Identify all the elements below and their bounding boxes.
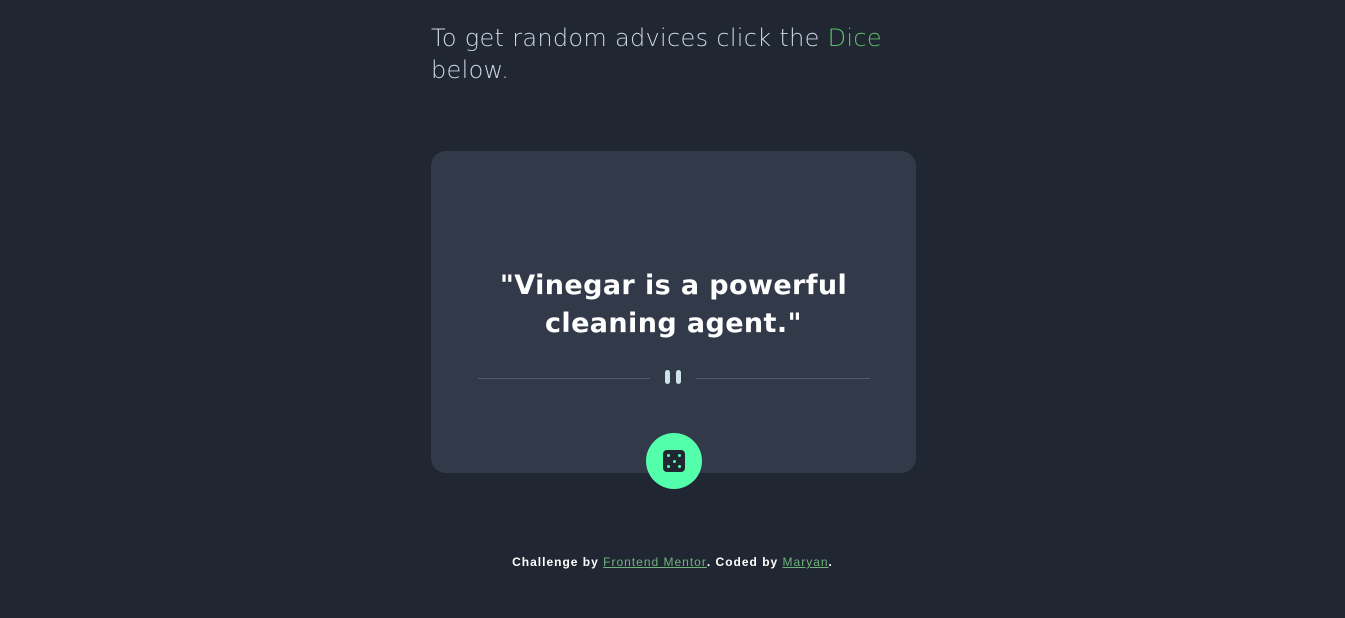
advice-card: "Vinegar is a powerful cleaning agent." xyxy=(431,151,916,473)
dice-button[interactable] xyxy=(646,433,702,489)
divider-line-right xyxy=(696,378,870,379)
dice-icon xyxy=(663,450,685,472)
frontend-mentor-link[interactable]: Frontend Mentor xyxy=(603,555,707,569)
author-link[interactable]: Maryan xyxy=(783,555,829,569)
page: To get random advices click the Dice bel… xyxy=(0,0,1345,618)
pause-icon xyxy=(663,370,683,386)
pattern-divider xyxy=(478,369,870,387)
divider-line-left xyxy=(478,378,650,379)
footer-middle: . Coded by xyxy=(706,555,783,569)
intro-dice-word: Dice xyxy=(827,24,882,52)
attribution-footer: Challenge by Frontend Mentor. Coded by M… xyxy=(0,555,1345,569)
footer-prefix: Challenge by xyxy=(512,555,604,569)
intro-text-before: To get random advices click the xyxy=(431,24,828,52)
footer-suffix: . xyxy=(828,555,833,569)
intro-text: To get random advices click the Dice bel… xyxy=(431,22,901,86)
advice-quote: "Vinegar is a powerful cleaning agent." xyxy=(499,270,848,339)
intro-text-after: below. xyxy=(431,56,510,84)
